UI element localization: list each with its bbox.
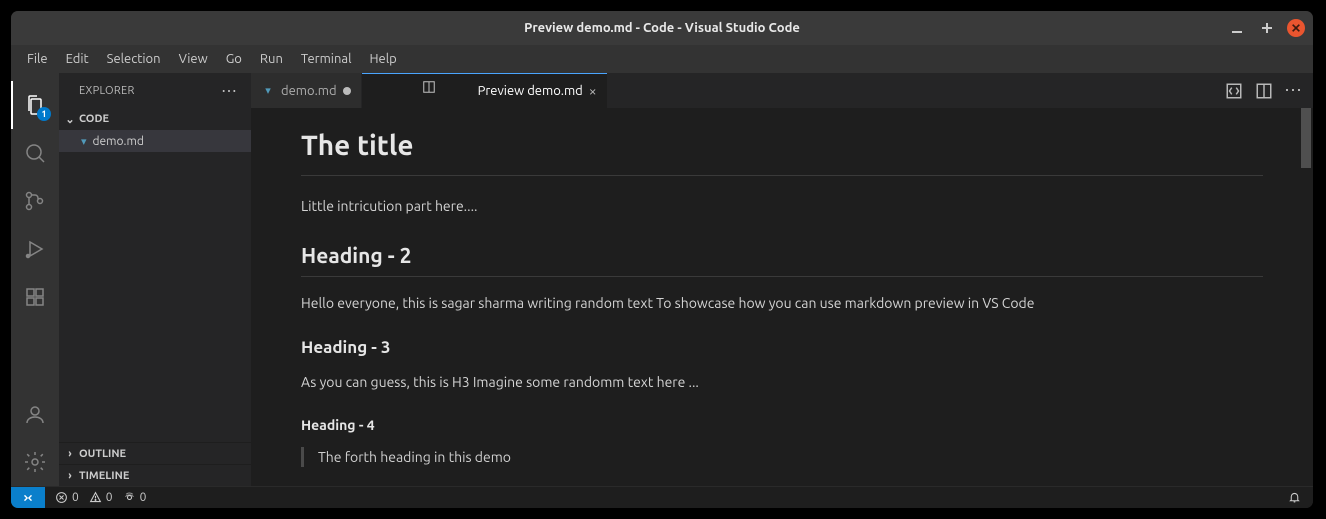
remote-indicator[interactable] bbox=[11, 487, 45, 508]
vertical-scrollbar[interactable] bbox=[1301, 108, 1311, 168]
activity-scm[interactable] bbox=[11, 177, 59, 225]
sidebar-timeline-section[interactable]: › TIMELINE bbox=[59, 464, 251, 486]
tab-label: Preview demo.md bbox=[478, 84, 583, 98]
markdown-file-icon: ▾ bbox=[81, 135, 87, 148]
preview-paragraph: Little intricution part here.... bbox=[301, 196, 1263, 216]
activity-settings[interactable] bbox=[11, 438, 59, 486]
more-actions-icon[interactable]: ⋯ bbox=[1285, 82, 1303, 100]
status-notifications[interactable] bbox=[1288, 491, 1301, 504]
activity-extensions[interactable] bbox=[11, 273, 59, 321]
menu-edit[interactable]: Edit bbox=[58, 49, 97, 69]
sidebar-file-item[interactable]: ▾ demo.md bbox=[59, 130, 251, 152]
sidebar-folder-root[interactable]: ⌄ CODE bbox=[59, 108, 251, 130]
activity-debug[interactable] bbox=[11, 225, 59, 273]
activity-accounts[interactable] bbox=[11, 390, 59, 438]
menu-selection[interactable]: Selection bbox=[99, 49, 169, 69]
status-warnings-count: 0 bbox=[106, 491, 113, 504]
sidebar-title: EXPLORER bbox=[79, 85, 135, 97]
status-warnings[interactable]: 0 bbox=[89, 491, 113, 504]
sidebar-file-name: demo.md bbox=[93, 135, 144, 148]
sidebar-explorer: EXPLORER ⋯ ⌄ CODE ▾ demo.md › OUTLINE › … bbox=[59, 73, 251, 486]
maximize-button[interactable] bbox=[1257, 18, 1277, 38]
status-ports-count: 0 bbox=[140, 491, 147, 504]
chevron-down-icon: ⌄ bbox=[65, 113, 75, 126]
tab-label: demo.md bbox=[281, 84, 337, 98]
menu-view[interactable]: View bbox=[171, 49, 216, 69]
preview-blockquote: The forth heading in this demo bbox=[301, 447, 1263, 467]
status-right-group bbox=[1288, 487, 1313, 508]
preview-paragraph: Hello everyone, this is sagar sharma wri… bbox=[301, 293, 1263, 313]
editor-group: ▾ demo.md Preview demo.md × bbox=[251, 73, 1313, 486]
window-controls bbox=[1227, 18, 1305, 38]
menu-file[interactable]: File bbox=[19, 49, 56, 69]
editor-title-actions: ⋯ bbox=[1215, 73, 1313, 108]
chevron-right-icon: › bbox=[65, 470, 75, 482]
menu-go[interactable]: Go bbox=[218, 49, 250, 69]
preview-h1: The title bbox=[301, 126, 1263, 176]
activity-search[interactable] bbox=[11, 129, 59, 177]
status-errors-count: 0 bbox=[72, 491, 79, 504]
tab-demo-md[interactable]: ▾ demo.md bbox=[251, 73, 362, 108]
preview-paragraph: As you can guess, this is H3 Imagine som… bbox=[301, 372, 1263, 392]
tabs-row: ▾ demo.md Preview demo.md × bbox=[251, 73, 1313, 108]
close-tab-icon[interactable]: × bbox=[589, 83, 597, 99]
preview-h4: Heading - 4 bbox=[301, 415, 1263, 435]
close-button[interactable] bbox=[1287, 19, 1305, 37]
activity-explorer[interactable]: 1 bbox=[11, 81, 59, 129]
menu-run[interactable]: Run bbox=[252, 49, 291, 69]
preview-h3: Heading - 3 bbox=[301, 336, 1263, 361]
menu-bar: File Edit Selection View Go Run Terminal… bbox=[11, 45, 1313, 73]
markdown-file-icon: ▾ bbox=[261, 84, 275, 97]
markdown-preview[interactable]: The title Little intricution part here..… bbox=[251, 108, 1313, 486]
sidebar-header: EXPLORER ⋯ bbox=[59, 73, 251, 108]
modified-dot-icon bbox=[343, 87, 351, 95]
status-bar: 0 0 0 bbox=[11, 486, 1313, 508]
main-area: 1 EXPLORER bbox=[11, 73, 1313, 486]
chevron-right-icon: › bbox=[65, 448, 75, 460]
show-source-icon[interactable] bbox=[1225, 82, 1243, 100]
split-editor-icon[interactable] bbox=[1255, 82, 1273, 100]
status-errors[interactable]: 0 bbox=[55, 491, 79, 504]
menu-terminal[interactable]: Terminal bbox=[293, 49, 360, 69]
tab-preview-demo-md[interactable]: Preview demo.md × bbox=[362, 73, 608, 108]
blockquote-text: The forth heading in this demo bbox=[318, 447, 1263, 467]
status-ports[interactable]: 0 bbox=[123, 491, 147, 504]
preview-h2: Heading - 2 bbox=[301, 240, 1263, 277]
title-bar: Preview demo.md - Code - Visual Studio C… bbox=[11, 11, 1313, 45]
activity-bar: 1 bbox=[11, 73, 59, 486]
vscode-window: Preview demo.md - Code - Visual Studio C… bbox=[11, 11, 1313, 508]
sidebar-more-icon[interactable]: ⋯ bbox=[221, 81, 239, 100]
status-left-group: 0 0 0 bbox=[45, 487, 146, 508]
sidebar-section-label: OUTLINE bbox=[79, 448, 126, 460]
sidebar-folder-name: CODE bbox=[79, 113, 109, 125]
sidebar-section-label: TIMELINE bbox=[79, 470, 129, 482]
minimize-button[interactable] bbox=[1227, 18, 1247, 38]
sidebar-outline-section[interactable]: › OUTLINE bbox=[59, 442, 251, 464]
window-title: Preview demo.md - Code - Visual Studio C… bbox=[524, 21, 800, 35]
activity-badge: 1 bbox=[37, 107, 51, 121]
